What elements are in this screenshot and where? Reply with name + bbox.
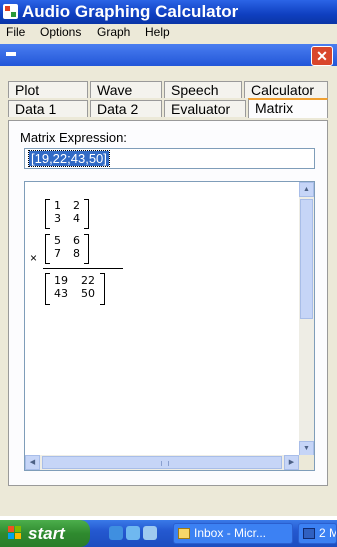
start-label: start	[28, 524, 65, 543]
taskbar: start Inbox - Micr... 2 M	[0, 520, 337, 547]
matrix-result-cell: 22	[81, 274, 95, 287]
scroll-down-icon[interactable]: ▼	[299, 441, 314, 456]
tab-evaluator[interactable]: Evaluator	[164, 100, 246, 117]
app-window: Audio Graphing Calculator File Options G…	[0, 0, 337, 516]
child-window-bar: ✕	[0, 44, 337, 66]
scrollbar-corner	[299, 455, 314, 470]
outlook-icon[interactable]	[126, 526, 140, 540]
menu-help[interactable]: Help	[145, 25, 170, 39]
menu-options[interactable]: Options	[40, 25, 81, 39]
multiply-operator: ×	[30, 251, 38, 265]
matrix-a-cell: 2	[73, 199, 80, 212]
tab-calculator[interactable]: Calculator	[244, 81, 328, 98]
taskbar-item-inbox[interactable]: Inbox - Micr...	[173, 523, 293, 544]
taskbar-item-group[interactable]: 2 M	[298, 523, 337, 544]
right-bracket	[100, 273, 105, 305]
matrix-result: 19 22 43 50	[45, 273, 105, 305]
scroll-right-icon[interactable]: ▶	[284, 455, 299, 470]
left-bracket	[45, 234, 50, 264]
window-title: Audio Graphing Calculator	[22, 2, 239, 21]
matrix-b-cell: 8	[73, 247, 80, 260]
matrix-result-cell: 50	[81, 287, 95, 300]
matrix-a-cell: 3	[54, 212, 61, 225]
matrix-expression-label: Matrix Expression:	[20, 130, 127, 145]
left-bracket	[45, 273, 50, 305]
tab-wave[interactable]: Wave	[90, 81, 162, 98]
matrix-result-cell: 43	[54, 287, 68, 300]
left-bracket	[45, 199, 50, 229]
internet-explorer-icon[interactable]	[109, 526, 123, 540]
matrix-output-area[interactable]: 1 2 3 4 × 5 6 7 8 19 22 43 50 ▲ ▼ ◀ ▶	[24, 181, 315, 471]
matrix-b-cell: 5	[54, 234, 61, 247]
grip-icon	[161, 461, 169, 466]
matrix-a-cell: 4	[73, 212, 80, 225]
title-bar: Audio Graphing Calculator	[0, 0, 337, 24]
scroll-up-icon[interactable]: ▲	[299, 182, 314, 197]
start-button[interactable]: start	[0, 520, 90, 547]
matrix-b: 5 6 7 8	[45, 234, 89, 264]
matrix-result-cell: 19	[54, 274, 68, 287]
menu-graph[interactable]: Graph	[97, 25, 130, 39]
tab-plot[interactable]: Plot	[8, 81, 88, 98]
app-icon	[3, 4, 18, 19]
matrix-expression-input[interactable]: [19,22;43,50]	[24, 148, 315, 169]
tab-row-bottom: Data 1 Data 2 Evaluator Matrix	[0, 98, 337, 119]
menu-file[interactable]: File	[6, 25, 25, 39]
tab-matrix[interactable]: Matrix	[248, 98, 328, 118]
close-button[interactable]: ✕	[311, 46, 333, 66]
result-divider	[43, 268, 123, 269]
menu-bar: File Options Graph Help	[0, 24, 337, 40]
windows-flag-icon	[8, 526, 22, 540]
tab-data-1[interactable]: Data 1	[8, 100, 88, 117]
matrix-b-cell: 7	[54, 247, 61, 260]
vertical-scrollbar[interactable]: ▲ ▼	[299, 182, 314, 456]
envelope-icon	[178, 528, 190, 539]
taskbar-item-label: 2 M	[319, 526, 336, 540]
desktop-icon[interactable]	[143, 526, 157, 540]
vertical-scroll-thumb[interactable]	[300, 199, 313, 319]
tab-speech[interactable]: Speech	[164, 81, 242, 98]
matrix-b-cell: 6	[73, 234, 80, 247]
window-group-icon	[303, 528, 315, 539]
right-bracket	[84, 234, 89, 264]
minimize-icon	[6, 52, 16, 56]
taskbar-item-label: Inbox - Micr...	[194, 526, 267, 540]
right-bracket	[84, 199, 89, 229]
scroll-left-icon[interactable]: ◀	[25, 455, 40, 470]
matrix-a-cell: 1	[54, 199, 61, 212]
matrix-expression-value: [19,22;43,50]	[28, 150, 110, 167]
horizontal-scroll-thumb[interactable]	[42, 456, 282, 469]
matrix-a: 1 2 3 4	[45, 199, 89, 229]
tab-data-2[interactable]: Data 2	[90, 100, 162, 117]
horizontal-scrollbar[interactable]: ◀ ▶	[25, 455, 299, 470]
